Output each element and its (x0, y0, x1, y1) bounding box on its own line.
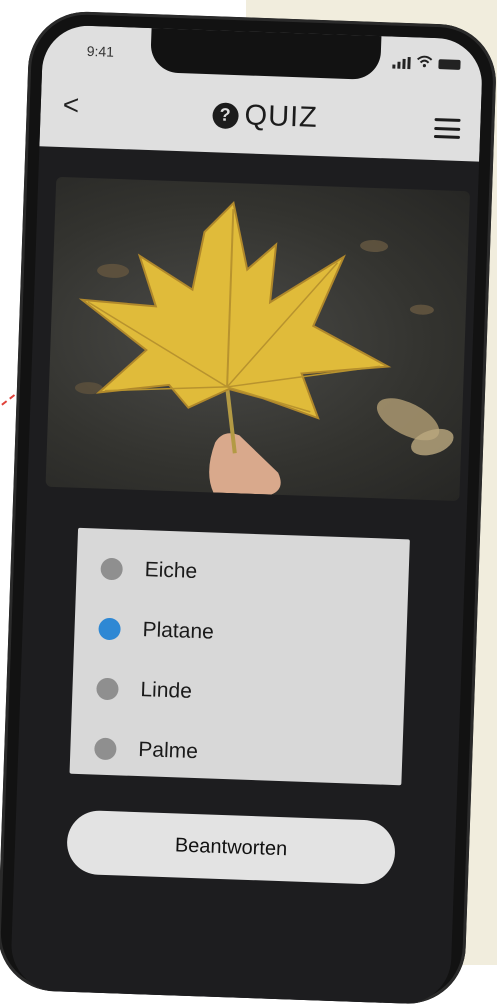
answer-option-palme[interactable]: Palme (69, 718, 403, 790)
answer-label: Linde (140, 678, 193, 703)
question-photo (45, 176, 471, 502)
phone-frame: 9:41 < ? QUIZ Eiche Platane Linde Palme … (0, 9, 497, 1006)
status-time: 9:41 (86, 42, 115, 60)
back-button[interactable]: < (62, 89, 79, 122)
status-icons (392, 55, 461, 73)
wifi-icon (416, 55, 433, 72)
leaf-image (74, 201, 454, 495)
page-title: ? QUIZ (212, 98, 318, 135)
radio-button[interactable] (94, 737, 117, 761)
radio-button[interactable] (96, 677, 119, 701)
answer-label: Palme (137, 738, 199, 764)
submit-answer-button[interactable]: Beantworten (66, 809, 397, 886)
battery-icon (438, 59, 461, 70)
signal-icon (392, 57, 411, 70)
hamburger-icon-line (434, 126, 461, 131)
radio-button[interactable] (100, 557, 124, 581)
hamburger-icon-line (433, 135, 461, 139)
question-circle-icon: ? (212, 101, 240, 129)
answer-label: Platane (142, 618, 215, 644)
answer-label: Eiche (144, 558, 198, 583)
menu-button[interactable] (433, 118, 461, 139)
radio-button-selected[interactable] (98, 617, 121, 641)
hamburger-icon-line (434, 118, 461, 122)
page-title-text: QUIZ (244, 99, 319, 134)
answer-options: Eiche Platane Linde Palme (69, 527, 410, 786)
app-header: 9:41 < ? QUIZ (39, 24, 484, 162)
phone-notch (150, 24, 382, 81)
phone-screen: 9:41 < ? QUIZ Eiche Platane Linde Palme … (9, 24, 484, 1006)
